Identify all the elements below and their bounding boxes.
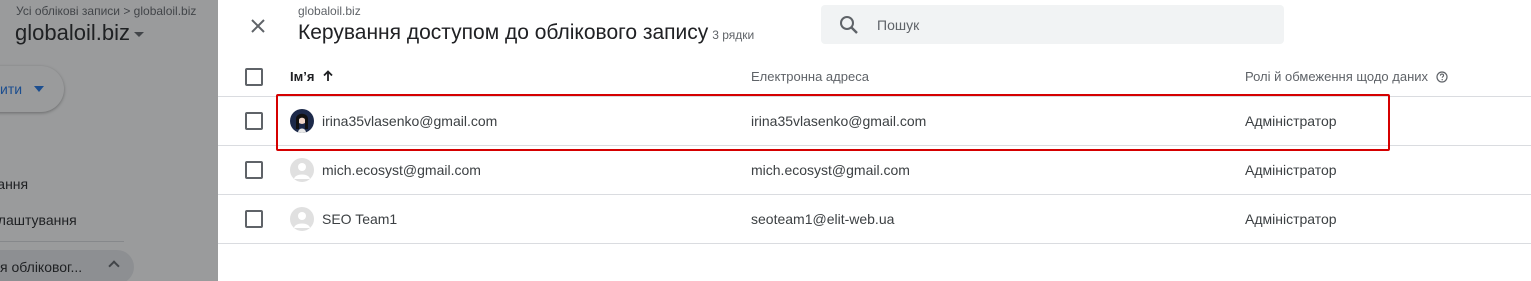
user-email: mich.ecosyst@gmail.com <box>751 162 910 178</box>
row-checkbox[interactable] <box>245 161 263 179</box>
column-header-email[interactable]: Електронна адреса <box>751 69 869 84</box>
avatar <box>290 207 314 231</box>
modal-scrim[interactable] <box>0 0 218 281</box>
row-checkbox[interactable] <box>245 112 263 130</box>
table-row[interactable]: SEO Team1 seoteam1@elit-web.ua Адміністр… <box>218 195 1531 244</box>
help-icon[interactable] <box>1436 71 1448 83</box>
close-icon <box>251 19 265 33</box>
column-header-name-label: Ім’я <box>290 69 315 84</box>
person-icon <box>294 212 310 228</box>
select-all-checkbox[interactable] <box>245 68 263 86</box>
search-box[interactable] <box>821 5 1284 44</box>
user-role: Адміністратор <box>1245 162 1337 178</box>
avatar <box>290 109 314 133</box>
close-button[interactable] <box>242 10 274 42</box>
user-role: Адміністратор <box>1245 211 1337 227</box>
row-checkbox[interactable] <box>245 210 263 228</box>
panel-subtitle: globaloil.biz <box>298 4 361 18</box>
user-name: mich.ecosyst@gmail.com <box>322 162 481 178</box>
user-role: Адміністратор <box>1245 113 1337 129</box>
table-row[interactable]: mich.ecosyst@gmail.com mich.ecosyst@gmai… <box>218 146 1531 195</box>
access-management-panel: globaloil.biz Керування доступом до облі… <box>218 0 1531 281</box>
table-row[interactable]: irina35vlasenko@gmail.com irina35vlasenk… <box>218 97 1531 146</box>
user-name: SEO Team1 <box>322 211 398 227</box>
panel-title-wrap: Керування доступом до облікового запису 3… <box>298 21 754 45</box>
search-icon <box>840 16 858 34</box>
user-email: irina35vlasenko@gmail.com <box>751 113 927 129</box>
column-header-roles[interactable]: Ролі й обмеження щодо даних <box>1245 69 1448 84</box>
column-header-roles-label: Ролі й обмеження щодо даних <box>1245 69 1429 84</box>
search-input[interactable] <box>877 5 1267 44</box>
user-name: irina35vlasenko@gmail.com <box>322 113 498 129</box>
column-header-name[interactable]: Ім’я <box>290 69 334 84</box>
person-icon <box>294 163 310 179</box>
avatar <box>290 158 314 182</box>
user-photo-icon <box>290 109 314 133</box>
table-header: Ім’я Електронна адреса Ролі й обмеження … <box>218 56 1531 97</box>
row-count: 3 рядки <box>712 28 755 42</box>
sort-ascending-icon <box>323 70 333 81</box>
page-title: Керування доступом до облікового запису <box>298 21 709 44</box>
user-email: seoteam1@elit-web.ua <box>751 211 895 227</box>
